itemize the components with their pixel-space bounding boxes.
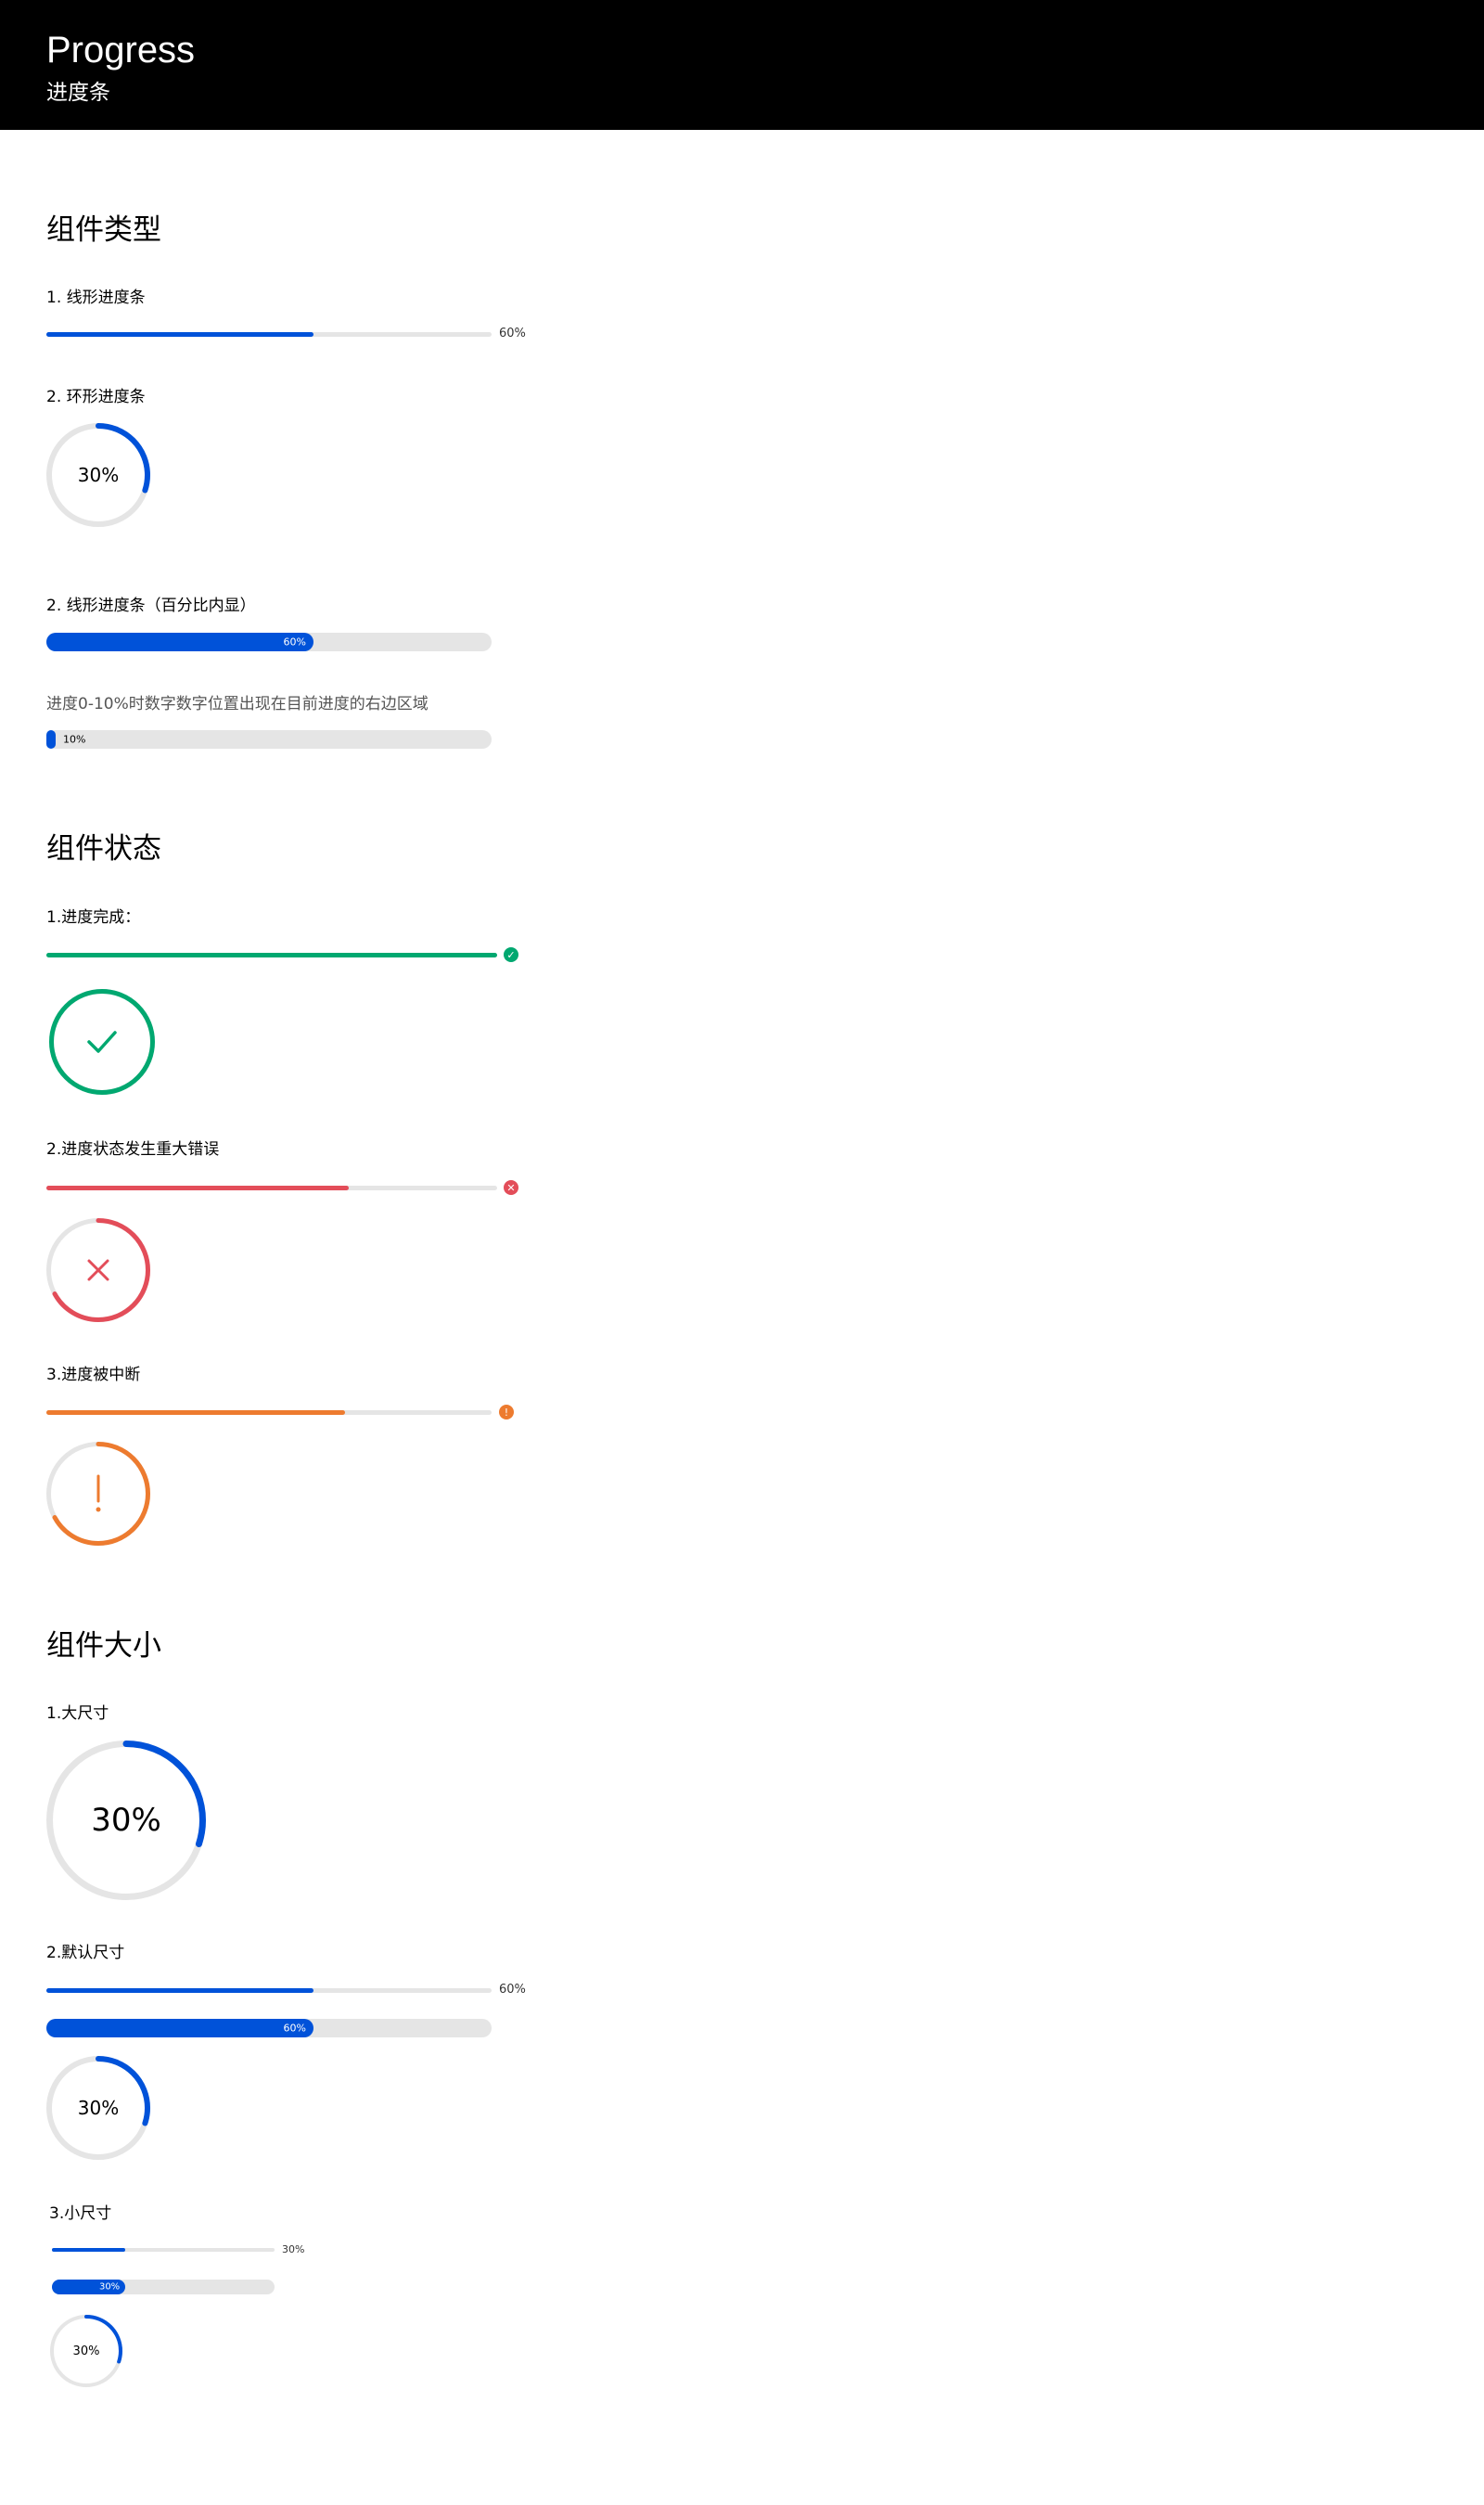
inner-progress-note: 进度0-10%时数字数字位置出现在目前进度的右边区域 [46,695,429,713]
large-circle-progress: 30% [46,1741,206,1900]
default-size-label: 2.默认尺寸 [46,1944,125,1962]
inner-progress-label: 2. 线形进度条（百分比内显） [46,597,256,615]
page-subtitle: 进度条 [46,81,110,105]
check-icon [49,989,155,1095]
error-progress-label: 2.进度状态发生重大错误 [46,1140,220,1159]
section-title-sizes: 组件大小 [46,1629,161,1663]
small-inner-fill: 30% [52,2280,126,2294]
large-circle-percent: 30% [91,1802,161,1839]
linear-progress-track [46,332,492,337]
circle-progress-label: 2. 环形进度条 [46,388,146,406]
small-circle-percent: 30% [72,2344,100,2358]
success-circle-progress [49,989,155,1095]
success-status-icon: ✓ [504,947,518,962]
warning-progress-label: 3.进度被中断 [46,1366,141,1384]
inner-low-progress-percent: 10% [63,733,86,746]
close-icon [46,1218,150,1322]
success-progress-label: 1.进度完成： [46,908,141,927]
page-header: Progress 进度条 [0,0,1484,130]
small-inner-percent: 30% [98,2281,121,2293]
small-linear-fill [52,2248,126,2252]
circle-progress-percent: 30% [77,464,120,486]
warning-progress-track [46,1410,492,1415]
small-linear-percent: 30% [282,2243,305,2255]
default-inner-fill: 60% [46,2019,313,2037]
warning-progress-fill [46,1410,345,1415]
linear-progress-percent: 60% [499,327,526,340]
page-title: Progress [46,30,196,71]
inner-progress-percent: 60% [283,636,306,649]
error-progress-fill [46,1186,349,1190]
small-linear-track [52,2248,275,2252]
error-progress-track [46,1186,497,1190]
default-linear-fill [46,1988,313,1993]
small-inner-track: 30% [52,2280,275,2294]
large-size-label: 1.大尺寸 [46,1704,109,1723]
inner-progress-fill: 60% [46,633,313,651]
exclamation-icon [46,1442,150,1546]
error-circle-progress [46,1218,150,1322]
linear-progress-label: 1. 线形进度条 [46,289,146,307]
circle-progress: 30% [46,423,150,527]
default-inner-percent: 60% [283,2022,306,2035]
success-progress-fill [46,953,497,957]
inner-low-progress-track: 10% [46,730,492,749]
default-circle-progress: 30% [46,2056,150,2160]
small-circle-progress: 30% [50,2315,122,2387]
inner-low-progress-fill [46,730,56,749]
error-status-icon: ✕ [504,1180,518,1195]
warning-circle-progress [46,1442,150,1546]
default-linear-track [46,1988,492,1993]
warning-status-icon: ! [499,1405,514,1420]
section-title-states: 组件状态 [46,832,161,866]
success-progress-track [46,953,497,957]
default-inner-track: 60% [46,2019,492,2037]
section-title-types: 组件类型 [46,213,161,247]
small-size-label: 3.小尺寸 [49,2204,112,2223]
inner-progress-track: 60% [46,633,492,651]
default-circle-percent: 30% [77,2097,120,2119]
default-linear-percent: 60% [499,1983,526,1997]
linear-progress-fill [46,332,313,337]
